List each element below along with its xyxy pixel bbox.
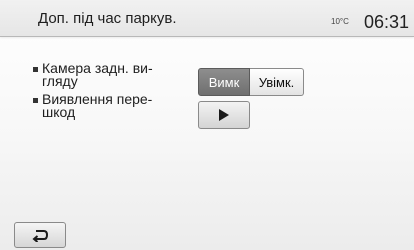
setting-rear-camera: Камера задн. ви-гляду <box>33 60 183 88</box>
obstacle-detection-open-button[interactable] <box>198 101 250 129</box>
setting-obstacle-detection: Виявлення пере-шкод <box>33 91 183 119</box>
play-icon <box>219 109 229 121</box>
rear-camera-toggle: Вимк Увімк. <box>198 68 304 96</box>
page-title: Доп. під час паркув. <box>38 10 177 27</box>
clock: 06:31 <box>364 12 410 32</box>
header-bar: Доп. під час паркув. 10°C 06:31 <box>0 0 414 37</box>
outside-temperature: 10°C <box>331 17 349 26</box>
back-arrow-icon <box>32 230 49 242</box>
settings-list: Камера задн. ви-гляду Виявлення пере-шко… <box>33 60 183 122</box>
obstacle-detection-label: Виявлення пере-шкод <box>42 91 153 120</box>
rear-camera-label: Камера задн. ви-гляду <box>42 60 153 89</box>
bullet-icon <box>33 98 38 103</box>
bullet-icon <box>33 67 38 72</box>
back-button[interactable] <box>14 222 66 248</box>
camera-on-button[interactable]: Увімк. <box>250 68 304 96</box>
camera-off-button[interactable]: Вимк <box>198 68 250 96</box>
